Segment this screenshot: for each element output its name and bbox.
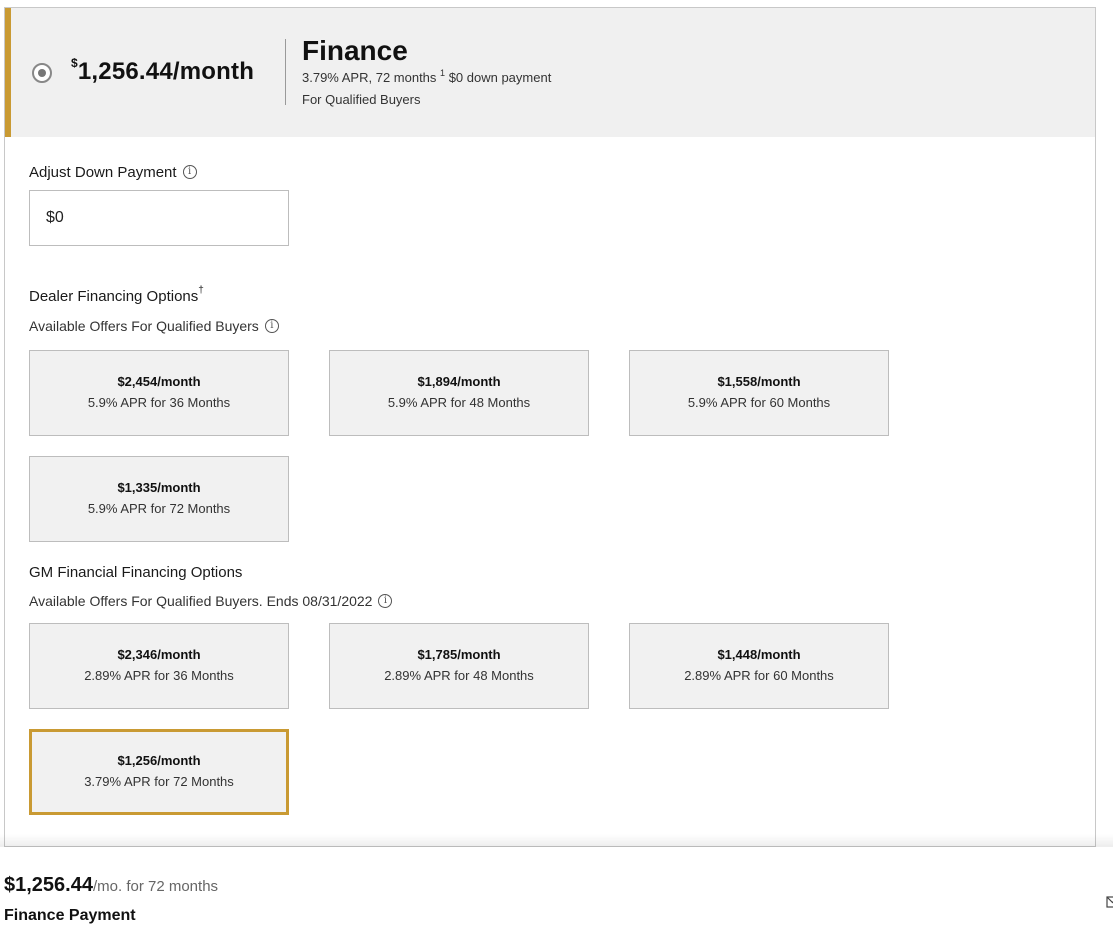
gm-option-48[interactable]: $1,785/month 2.89% APR for 48 Months (329, 623, 589, 709)
gm-financing-title: GM Financial Financing Options (29, 564, 243, 581)
option-price: $1,256/month (117, 753, 201, 768)
finance-title: Finance (302, 35, 408, 66)
down-payment-label: Adjust Down Payment i (29, 164, 197, 181)
finance-option-header[interactable]: $1,256.44/month Finance 3.79% APR, 72 mo… (5, 8, 1095, 137)
footer-shadow (0, 834, 1113, 848)
down-payment-input[interactable]: $0 (29, 190, 289, 246)
finance-radio-button[interactable] (32, 63, 52, 83)
option-price: $1,894/month (417, 374, 501, 389)
info-icon[interactable]: i (182, 165, 197, 180)
monthly-price: $1,256.44/month (71, 56, 255, 85)
dealer-financing-title: Dealer Financing Options† (29, 285, 204, 305)
radio-dot (38, 69, 46, 77)
option-terms: 2.89% APR for 48 Months (384, 668, 534, 683)
dealer-option-72[interactable]: $1,335/month 5.9% APR for 72 Months (29, 456, 289, 542)
info-icon[interactable]: i (378, 594, 393, 609)
header-divider (285, 39, 286, 105)
dealer-financing-subtitle: Available Offers For Qualified Buyers i (29, 318, 279, 334)
option-terms: 5.9% APR for 48 Months (387, 395, 531, 410)
option-price: $1,785/month (417, 647, 501, 662)
qualified-buyers-note: For Qualified Buyers (302, 92, 421, 107)
option-price: $1,335/month (117, 480, 201, 495)
option-price: $1,558/month (717, 374, 801, 389)
footer-payment-amount: $1,256.44/mo. for 72 months (4, 874, 219, 896)
dealer-option-60[interactable]: $1,558/month 5.9% APR for 60 Months (629, 350, 889, 436)
option-price: $2,454/month (117, 374, 201, 389)
gm-option-72-selected[interactable]: $1,256/month 3.79% APR for 72 Months (29, 729, 289, 815)
option-terms: 2.89% APR for 60 Months (684, 668, 834, 683)
option-terms: 5.9% APR for 72 Months (87, 501, 231, 516)
option-terms: 5.9% APR for 60 Months (687, 395, 831, 410)
mail-icon[interactable] (1106, 895, 1113, 909)
dealer-option-36[interactable]: $2,454/month 5.9% APR for 36 Months (29, 350, 289, 436)
dealer-option-48[interactable]: $1,894/month 5.9% APR for 48 Months (329, 350, 589, 436)
option-terms: 2.89% APR for 36 Months (84, 668, 234, 683)
footer-payment-label: Finance Payment (4, 907, 136, 924)
gm-option-36[interactable]: $2,346/month 2.89% APR for 36 Months (29, 623, 289, 709)
option-terms: 5.9% APR for 36 Months (87, 395, 231, 410)
finance-terms: 3.79% APR, 72 months 1 $0 down payment (302, 68, 552, 85)
payment-footer: $1,256.44/mo. for 72 months Finance Paym… (0, 847, 1113, 951)
gm-option-60[interactable]: $1,448/month 2.89% APR for 60 Months (629, 623, 889, 709)
gm-financing-subtitle: Available Offers For Qualified Buyers. E… (29, 593, 393, 609)
info-icon[interactable]: i (264, 319, 279, 334)
option-price: $1,448/month (717, 647, 801, 662)
option-price: $2,346/month (117, 647, 201, 662)
option-terms: 3.79% APR for 72 Months (84, 774, 234, 789)
finance-card: $1,256.44/month Finance 3.79% APR, 72 mo… (4, 7, 1096, 847)
